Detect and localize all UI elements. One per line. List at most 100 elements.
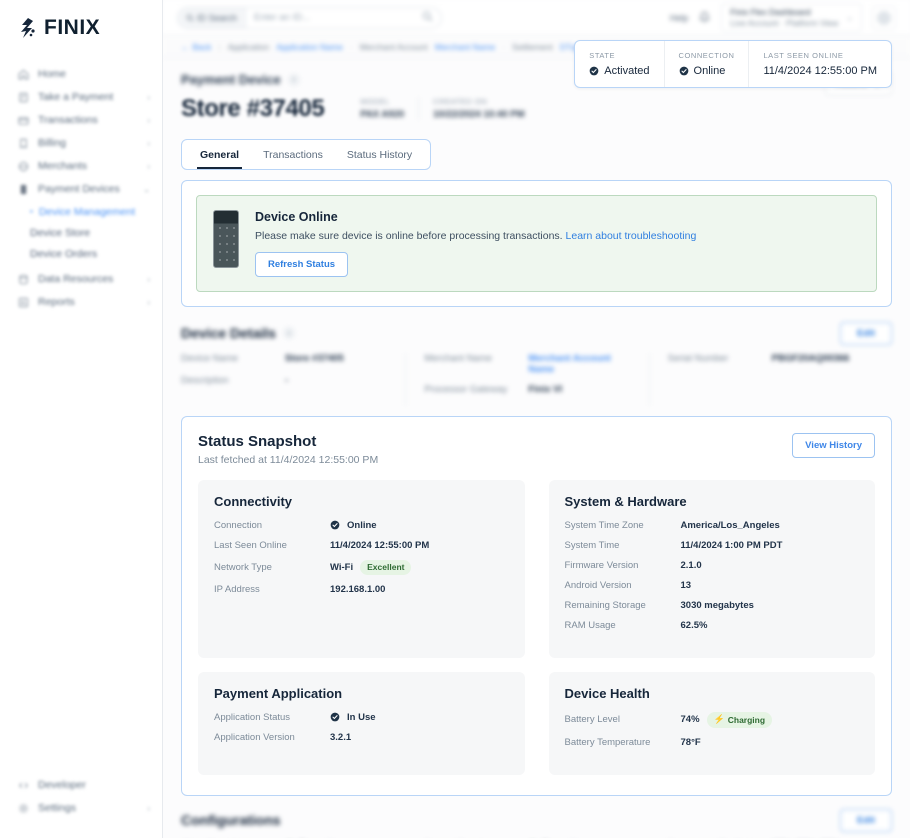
configurations-edit-button[interactable]: Edit [840,808,892,832]
row-key: Last Seen Online [214,539,287,551]
chevron-down-icon: ⌄ [143,184,150,194]
brand-logo[interactable]: FINIX [0,0,162,55]
sidebar-item-device-store[interactable]: Device Store [0,222,162,243]
sidebar-item-data-resources[interactable]: Data Resources › [0,268,162,290]
row-key: Android Version [564,579,632,591]
arrow-left-icon: ← [181,41,190,52]
detail-value: - [285,374,289,386]
info-icon[interactable]: i [282,327,295,339]
info-icon[interactable]: i [287,73,300,86]
detail-key: Merchant Name [424,353,492,364]
view-history-button[interactable]: View History [792,432,875,458]
row-key: Connection [214,519,263,531]
device-details-edit-button[interactable]: Edit [840,322,892,345]
troubleshooting-link[interactable]: Learn about troubleshooting [566,230,697,242]
signal-quality-badge: Excellent [360,559,412,575]
meta-value: 10/22/2024 10:40 PM [433,109,525,120]
chevron-right-icon: › [147,115,150,125]
search-bar[interactable]: ID Search Enter an ID... [177,6,442,29]
sidebar-item-transactions[interactable]: Transactions › [0,109,162,131]
sidebar-item-label: Merchants [38,160,88,172]
card-row: Last Seen Online 11/4/2024 12:55:00 PM [214,540,509,551]
card-row: Android Version 13 [565,580,860,591]
row-value-wrap: In Use [330,712,376,723]
row-key: Battery Temperature [564,736,651,748]
help-link[interactable]: Help [670,13,689,23]
avatar-button[interactable] [872,5,896,30]
configurations-title: Configurations [181,811,281,828]
card-row: Battery Temperature 78°F [565,737,860,748]
status-value-wrap: Activated [589,65,650,77]
payment-devices-icon [18,184,29,195]
search-scope-selector[interactable]: ID Search [178,7,247,28]
status-value: Online [693,65,726,77]
search-submit-icon[interactable] [422,11,441,25]
bell-icon[interactable] [698,11,711,24]
topbar-right: Help Finix Flex Dashboard Live Account ·… [670,2,896,33]
card-row: Connection Online [214,520,509,531]
row-value: 2.1.0 [680,559,702,571]
transactions-icon [18,115,29,126]
breadcrumb-link-merchant-account[interactable]: Merchant Name [435,42,495,52]
sidebar-item-label: Payment Devices [38,183,120,195]
sidebar-item-settings[interactable]: Settings › [0,797,162,819]
sidebar-item-home[interactable]: Home [0,63,162,85]
sidebar-item-take-a-payment[interactable]: Take a Payment › [0,86,162,108]
sidebar-item-reports[interactable]: Reports › [0,291,162,313]
sidebar-item-label: Reports [38,296,75,308]
status-value: Activated [604,65,650,77]
tab-status-history[interactable]: Status History [335,140,424,169]
detail-row: Description - [181,375,391,388]
row-value: Online [347,519,377,531]
refresh-status-button[interactable]: Refresh Status [255,252,349,277]
breadcrumb-key: Merchant Account [359,41,428,52]
status-snapshot-subtitle: Last fetched at 11/4/2024 12:55:00 PM [198,453,379,466]
row-key: RAM Usage [564,619,616,631]
back-link[interactable]: ← Back [181,42,211,52]
breadcrumb-link-application[interactable]: Application Name [276,42,343,52]
breadcrumb-separator: · [502,41,506,52]
card-device-health: Device Health Battery Level 74% ⚡ Chargi… [548,671,875,775]
check-circle-icon [679,66,689,76]
sidebar-item-label: Data Resources [38,273,114,285]
merchant-account-link[interactable]: Merchant Account Name [528,353,634,375]
sidebar-item-device-orders[interactable]: Device Orders [0,243,162,264]
status-value: 11/4/2024 12:55:00 PM [763,65,877,77]
sidebar-subitem-label: Device Management [38,205,136,218]
sidebar-item-merchants[interactable]: Merchants › [0,155,162,177]
row-value: 62.5% [680,619,708,631]
device-details-column: Merchant Name Merchant Account Name Proc… [406,353,650,406]
sidebar-item-device-management[interactable]: • Device Management [0,201,162,222]
row-key: Application Status [214,711,291,723]
row-key: System Time Zone [564,519,644,531]
device-details-grid: Device Name Store #37405 Description - M… [181,353,892,406]
device-details-column: Serial Number PBGF20AQ00366 [650,353,892,406]
card-row: IP Address 192.168.1.00 [214,584,509,595]
developer-icon [18,780,29,791]
row-key: Application Version [214,731,295,743]
chevron-right-icon: › [147,297,150,307]
detail-value: PBGF20AQ00366 [771,353,850,364]
tab-transactions[interactable]: Transactions [251,140,335,169]
payment-terminal-icon [213,210,239,268]
card-row: Firmware Version 2.1.0 [565,560,860,571]
configurations-section: Configurations Edit Allow Standalone Aut… [181,808,892,838]
device-details-title: Device Details [181,325,276,341]
sidebar-subitem-label: Device Orders [30,247,98,260]
card-row: Application Version 3.2.1 [214,732,509,743]
sidebar-item-billing[interactable]: Billing › [0,132,162,154]
sidebar-item-payment-devices[interactable]: Payment Devices ⌄ [0,178,162,200]
sidebar-item-developer[interactable]: Developer [0,774,162,796]
status-key: CONNECTION [678,51,735,60]
tab-general[interactable]: General [188,140,251,169]
detail-row: Device Name Store #37405 [181,353,391,366]
row-key: Firmware Version [564,559,639,571]
search-input[interactable]: Enter an ID... [246,12,422,23]
configurations-header: Configurations [181,812,892,828]
account-switcher[interactable]: Finix Flex Dashboard Live Account · Plat… [721,2,862,33]
bolt-icon: ⚡ [713,714,725,725]
card-title: Payment Application [214,685,343,701]
check-circle-icon [330,712,340,722]
sidebar: FINIX Home Take a Payment › Transactions… [0,0,163,838]
meta-value: PAX A920 [360,109,405,120]
